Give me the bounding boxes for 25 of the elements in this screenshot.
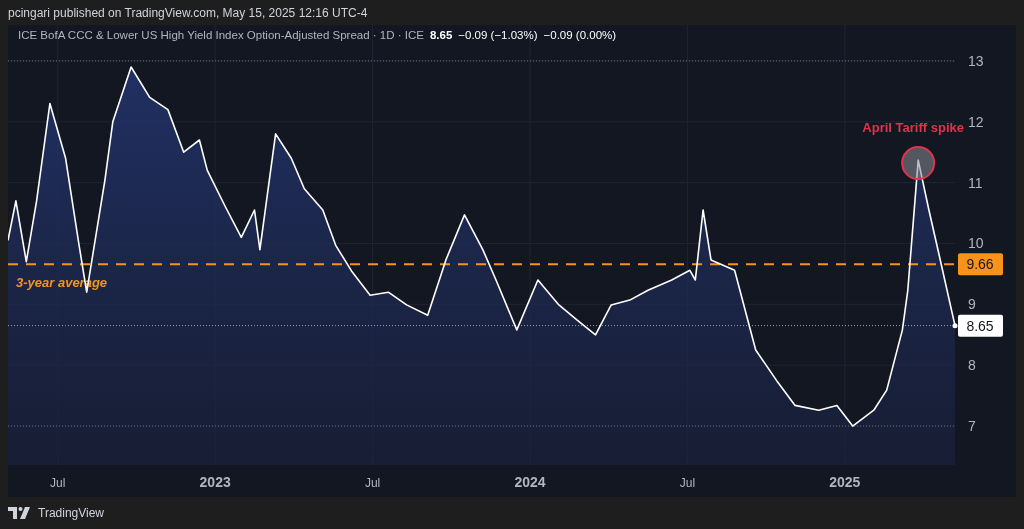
axis-label: 9 bbox=[968, 296, 976, 313]
axis-label: Jul bbox=[364, 476, 381, 490]
axis-label: 2025 bbox=[829, 474, 861, 490]
axis-label: 2023 bbox=[199, 474, 231, 490]
series-value: 8.65 bbox=[429, 29, 453, 41]
highlight-circle bbox=[901, 146, 936, 181]
axis-label: 13 bbox=[968, 52, 984, 69]
series-title: ICE BofA CCC & Lower US High Yield Index Option-Adjusted Spread · 1D · ICE bbox=[18, 29, 424, 41]
axis-label: 7 bbox=[968, 418, 976, 435]
axis-label: Jul bbox=[679, 476, 696, 490]
axis-label: 2024 bbox=[514, 474, 546, 490]
axis-label: 8 bbox=[968, 357, 976, 374]
axis-label: 11 bbox=[968, 174, 983, 191]
axis-label: 12 bbox=[968, 113, 984, 130]
series-change: −0.09 (−1.03%) bbox=[458, 29, 538, 41]
price-tag: 8.65 bbox=[958, 314, 1003, 337]
last-point-icon bbox=[952, 323, 958, 329]
annotation-label: April Tariff spike bbox=[862, 120, 964, 136]
brand-name: TradingView bbox=[38, 506, 105, 520]
logo-icon bbox=[8, 507, 32, 519]
publish-info: pcingari published on TradingView.com, May 15, 2025 12:16 UTC-4 bbox=[8, 5, 368, 20]
series-change: −0.09 (0.00%) bbox=[543, 29, 617, 41]
axis-label: Jul bbox=[50, 476, 66, 490]
axis-label: 10 bbox=[968, 235, 984, 252]
price-tag: 9.66 bbox=[958, 253, 1003, 276]
